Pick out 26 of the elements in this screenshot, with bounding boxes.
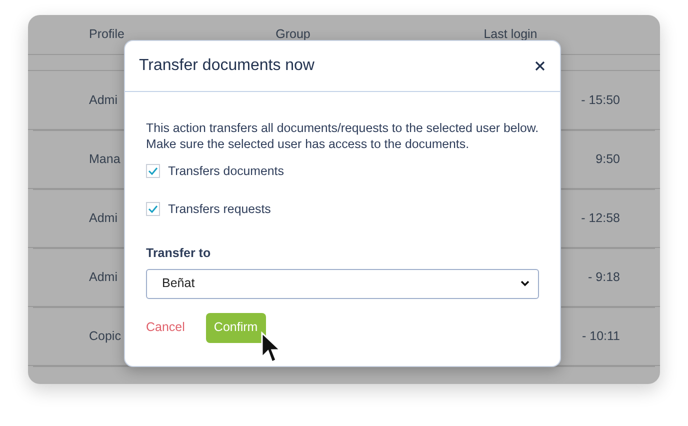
confirm-button[interactable]: Confirm (206, 312, 266, 343)
table-cell: Admi (89, 210, 118, 225)
table-cell: - 12:58 (581, 210, 620, 225)
table-cell: Admi (89, 92, 118, 107)
table-cell: - 9:18 (588, 270, 620, 284)
close-icon (534, 60, 546, 72)
dialog-title: Transfer documents now (139, 56, 314, 76)
user-select[interactable]: Beñat (146, 268, 539, 299)
field-label: Transfer to (146, 245, 212, 262)
checkbox-label: Transfers requests (168, 200, 271, 218)
table-cell: Copic (89, 328, 121, 343)
table-cell: Mana (89, 152, 120, 166)
chevron-down-icon (520, 280, 530, 288)
checkbox[interactable] (146, 164, 160, 178)
checkbox[interactable] (146, 202, 160, 216)
table-cell: - 15:50 (581, 92, 620, 107)
table-cell: Admi (89, 270, 118, 284)
column-header: Last login (484, 27, 538, 42)
column-header: Profile (89, 27, 124, 42)
cancel-button[interactable]: Cancel (146, 318, 185, 338)
column-header: Group (276, 27, 310, 42)
dialog-description: This action transfers all documents/requests to the selected user below. Make sure the selected user has access to the documents. (146, 120, 539, 152)
checkbox-label: Transfers documents (168, 162, 284, 180)
table-cell: - 10:11 (582, 328, 620, 343)
table-cell: 9:50 (596, 152, 620, 166)
close-button[interactable] (534, 60, 546, 72)
